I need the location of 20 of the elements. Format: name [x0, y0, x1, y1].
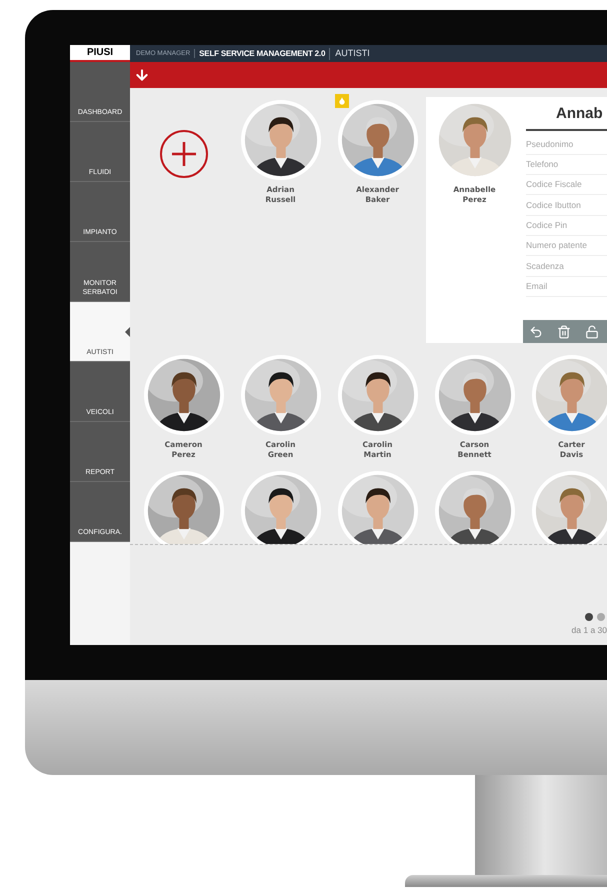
undo-icon[interactable]: [529, 324, 543, 338]
form-field-label: Telefono: [526, 154, 607, 176]
form-field-label: Codice Pin: [526, 216, 607, 236]
page-range: da 1 a 30: [572, 624, 607, 637]
drop-icon: [338, 97, 346, 105]
form-field-label: Pseudonimo: [526, 134, 607, 155]
section-title: AUTISTI: [334, 46, 371, 60]
down-arrow-icon[interactable]: [134, 67, 150, 83]
form-field-label: Scadenza: [526, 256, 607, 277]
app-title: SELF SERVICE MANAGEMENT 2.0: [195, 48, 330, 60]
form-field-label: Numero patente: [526, 236, 607, 256]
form-field-label: Codice Ibutton: [526, 195, 607, 216]
add-driver-button[interactable]: [158, 129, 208, 179]
trash-icon[interactable]: [557, 324, 571, 338]
form-field-label: Email: [526, 276, 607, 297]
unlock-icon[interactable]: [585, 324, 599, 338]
detail-title: Annab: [526, 97, 607, 130]
logo: PIUSI: [70, 45, 130, 62]
form-field-label: Codice Fiscale: [526, 175, 607, 196]
pointer-icon: [125, 327, 130, 337]
